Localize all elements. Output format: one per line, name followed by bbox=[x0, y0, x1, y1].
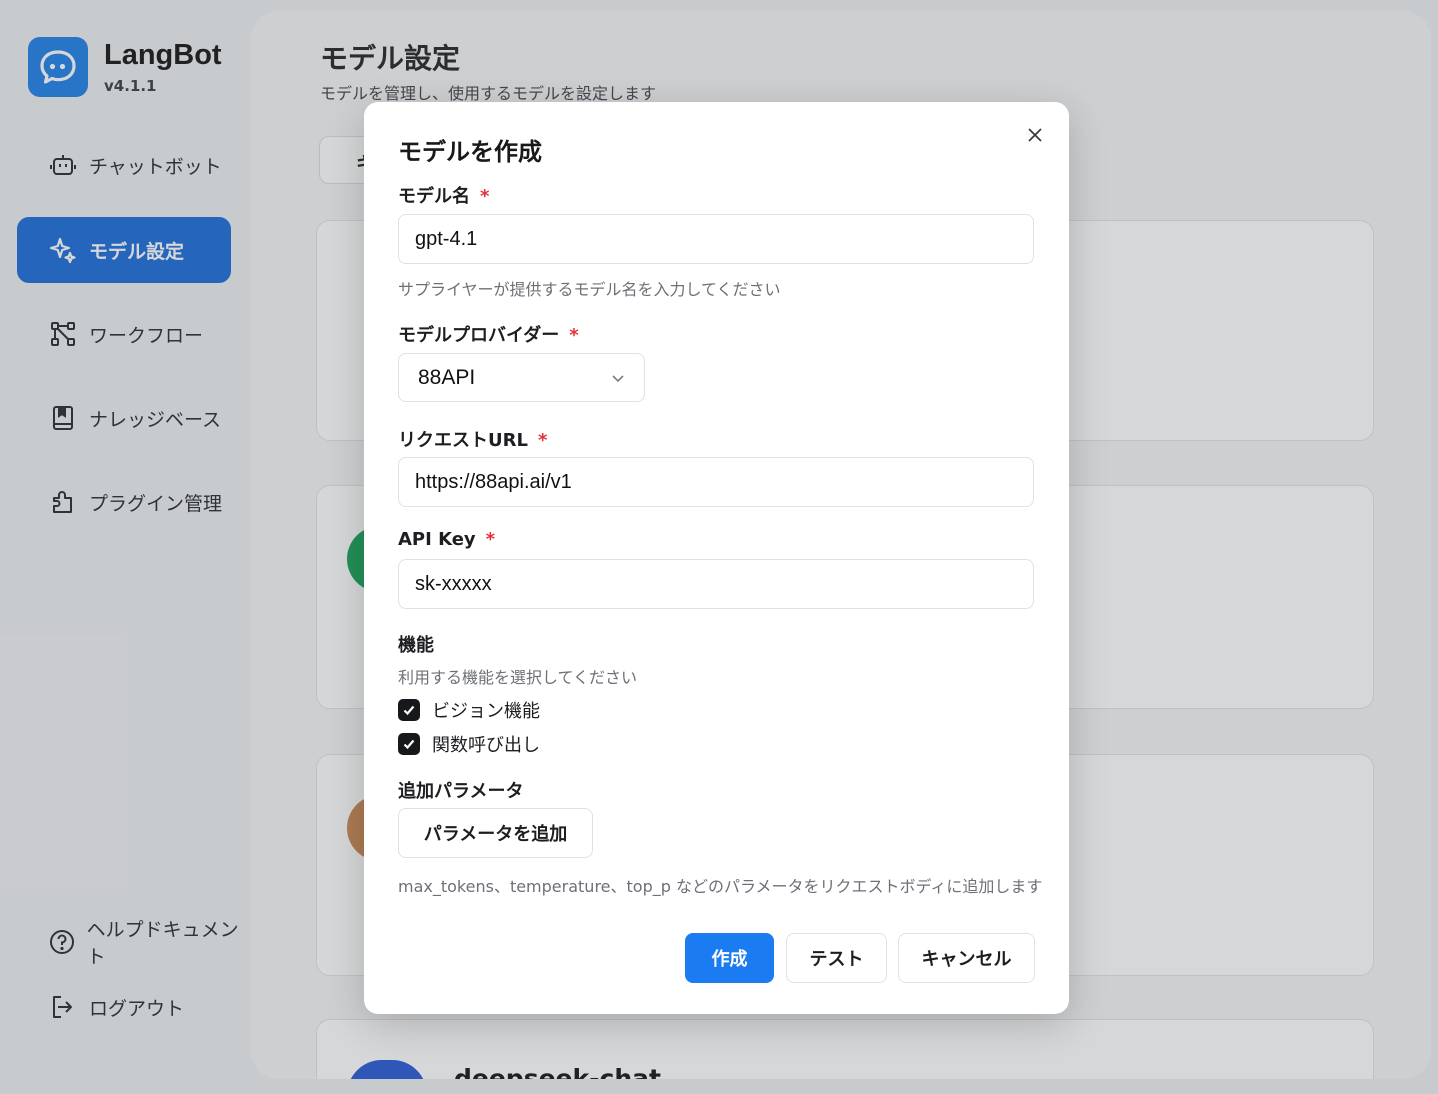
extra-params-help: max_tokens、temperature、top_p などのパラメータをリク… bbox=[398, 877, 1043, 896]
model-name-label-text: モデル名 bbox=[398, 186, 470, 207]
vision-option-label: ビジョン機能 bbox=[432, 701, 540, 722]
model-name-label: モデル名 * bbox=[398, 182, 489, 208]
check-icon bbox=[403, 705, 415, 716]
api-key-input[interactable] bbox=[398, 559, 1034, 609]
create-model-dialog: モデルを作成 モデル名 * サプライヤーが提供するモデル名を入力してください モデ… bbox=[364, 102, 1069, 1014]
provider-select[interactable]: 88API bbox=[398, 353, 645, 402]
extra-params-label: 追加パラメータ bbox=[398, 781, 524, 802]
abilities-help: 利用する機能を選択してください bbox=[398, 668, 638, 687]
function-call-option-label: 関数呼び出し bbox=[432, 735, 540, 756]
api-key-label: API Key * bbox=[398, 529, 495, 550]
request-url-label-text: リクエストURL bbox=[398, 430, 528, 451]
provider-label: モデルプロバイダー * bbox=[398, 321, 579, 347]
model-name-help: サプライヤーが提供するモデル名を入力してください bbox=[398, 280, 781, 299]
check-icon bbox=[403, 739, 415, 750]
abilities-label: 機能 bbox=[398, 635, 434, 656]
required-mark: * bbox=[537, 430, 548, 451]
provider-label-text: モデルプロバイダー bbox=[398, 325, 560, 346]
function-call-option[interactable]: 関数呼び出し bbox=[398, 731, 540, 757]
function-call-checkbox[interactable] bbox=[398, 733, 420, 755]
provider-selected-value: 88API bbox=[418, 365, 476, 389]
api-key-label-text: API Key bbox=[398, 529, 476, 550]
create-button[interactable]: 作成 bbox=[685, 933, 774, 983]
vision-checkbox[interactable] bbox=[398, 699, 420, 721]
close-button[interactable] bbox=[1022, 122, 1048, 148]
chevron-down-icon bbox=[612, 375, 624, 383]
dialog-title: モデルを作成 bbox=[398, 138, 542, 166]
app-window: LangBot v4.1.1 チャットボット モデル設定 ワークフロー ナレッジ… bbox=[0, 0, 1438, 1094]
add-parameter-button[interactable]: パラメータを追加 bbox=[398, 808, 593, 858]
required-mark: * bbox=[569, 325, 579, 346]
vision-option[interactable]: ビジョン機能 bbox=[398, 697, 540, 723]
cancel-button[interactable]: キャンセル bbox=[898, 933, 1035, 983]
close-icon bbox=[1028, 128, 1042, 142]
model-name-input[interactable] bbox=[398, 214, 1034, 264]
request-url-label: リクエストURL * bbox=[398, 426, 547, 452]
test-button[interactable]: テスト bbox=[786, 933, 887, 983]
request-url-input[interactable] bbox=[398, 457, 1034, 507]
required-mark: * bbox=[485, 529, 496, 550]
required-mark: * bbox=[480, 186, 490, 207]
